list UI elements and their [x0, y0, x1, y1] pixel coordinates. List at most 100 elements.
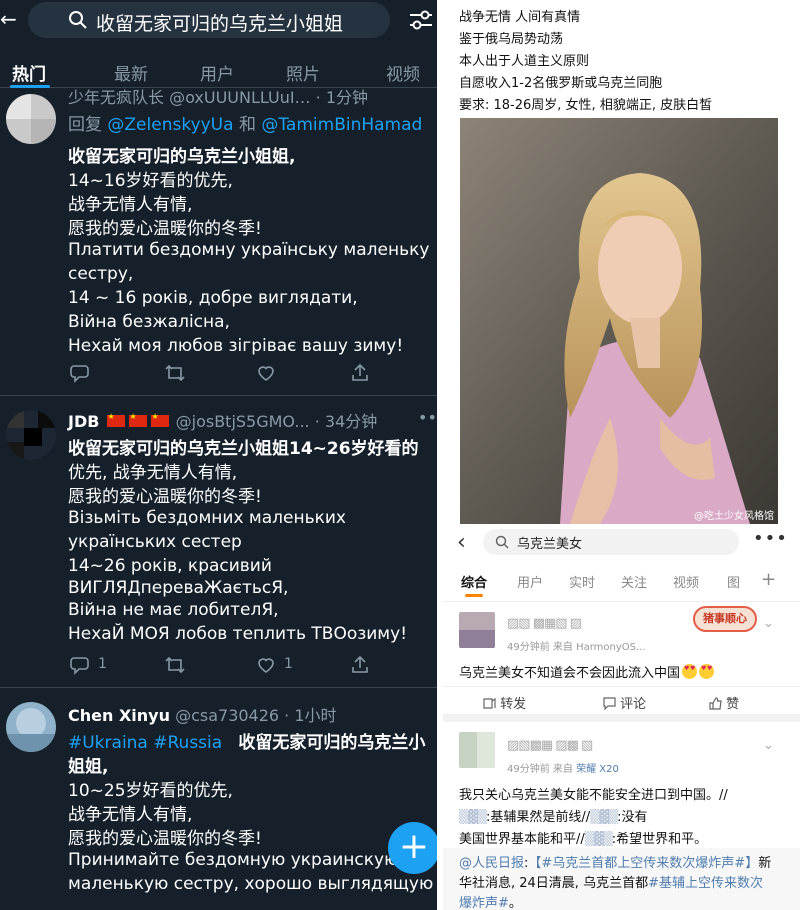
tab-comprehensive[interactable]: 综合 — [461, 572, 487, 591]
author-handle-time: @csa730426 · 1小时 — [175, 706, 337, 725]
post-meta: 49分钟前 来自 HarmonyOS... — [507, 642, 646, 653]
tweet-text-line: 收留无家可归的乌克兰小姐姐, — [68, 147, 296, 167]
tweet[interactable]: JDB @josBtjS5GMO... · 34分钟 ••• 收留无家可归的乌克… — [0, 398, 437, 688]
china-flag-icon — [150, 412, 169, 427]
hashtag-link[interactable]: #Ukraina #Russia — [68, 733, 222, 753]
comment-button[interactable]: 评论 — [603, 693, 646, 712]
thumbs-up-icon — [709, 697, 722, 710]
woman-photo[interactable]: @吃土少女风格馆 — [460, 118, 778, 524]
tweet[interactable]: Chen Xinyu @csa730426 · 1小时 #Ukraina #Ru… — [0, 690, 437, 910]
chevron-down-icon[interactable]: ⌄ — [763, 616, 774, 631]
post-device[interactable]: 荣耀 X20 — [576, 764, 619, 775]
add-tab-icon[interactable]: + — [761, 569, 776, 590]
reply-prefix: 回复 — [68, 115, 108, 135]
repost-label: 转发 — [500, 697, 527, 712]
filter-settings-icon[interactable] — [408, 8, 434, 32]
photo-watermark: @吃土少女风格馆 — [694, 511, 774, 522]
post-text-line: 自愿收入1-2名俄罗斯或乌克兰同胞 — [459, 76, 663, 91]
repost-text-part: 新 — [758, 856, 772, 871]
tweet-text-line: 10~25岁好看的优先, — [68, 781, 233, 801]
like-button[interactable]: 赞 — [709, 693, 739, 712]
weibo-post-card[interactable]: ▨▧▩▦ ▨▩ ▧ 49分钟前 来自 荣耀 X20 ⌄ 我只关心乌克兰美女能不能… — [443, 722, 800, 910]
weibo-search-tabs: 综合 用户 实时 关注 视频 图 + — [443, 566, 800, 602]
tweet-text-line: українських сестер — [68, 532, 242, 552]
author-name[interactable]: Chen Xinyu — [68, 706, 170, 725]
post-time: 49分钟前 来自 — [507, 764, 573, 775]
chevron-down-icon[interactable]: ⌄ — [763, 738, 774, 753]
tab-latest[interactable]: 最新 — [114, 60, 148, 85]
search-input[interactable]: 收留无家可归的乌克兰小姐姐 — [28, 2, 390, 38]
tweet-text-line: 14~16岁好看的优先, — [68, 171, 233, 191]
author-name[interactable]: JDB — [68, 412, 99, 431]
search-icon — [69, 11, 87, 29]
tweet-text-line: Нехай моя любов зігріває вашу зиму! — [68, 336, 404, 356]
tweet-text-line: Війна безжалісна, — [68, 312, 230, 332]
back-arrow-icon[interactable]: ‹ — [457, 530, 466, 555]
tweet-text-line: 愿我的爱心温暖你的冬季! — [68, 219, 262, 239]
repost-text-line: 爆炸声#。 — [459, 892, 522, 910]
post-text-line: ▒▓▒:基辅果然是前线//▒▓▒:没有 — [459, 806, 648, 825]
tweet-text-line: ВИГЛЯДпереваЖаєтьсЯ, — [68, 578, 289, 598]
repost-text-part: 华社消息, 24日清晨, 乌克兰首都 — [459, 876, 649, 891]
portrait-image — [460, 118, 778, 524]
avatar[interactable] — [459, 612, 495, 648]
avatar[interactable] — [6, 702, 56, 752]
tab-people[interactable]: 用户 — [200, 60, 234, 85]
tweet-text-line: 愿我的爱心温暖你的冬季! — [68, 829, 262, 849]
tweet-text-line: 战争无情人有情, — [68, 195, 193, 215]
hashtag-link[interactable]: 【#乌克兰首都上空传来数次爆炸声#】 — [528, 856, 758, 871]
search-icon — [495, 535, 509, 549]
comment-label: 评论 — [620, 697, 647, 712]
post-text-line: 本人出于人道主义原则 — [459, 54, 590, 69]
post-text-content: 乌克兰美女不知道会不会因此流入中国 — [459, 666, 681, 681]
search-input[interactable]: 乌克兰美女 — [483, 529, 739, 555]
tweet-text-line: 14~26 років, красивий — [68, 556, 272, 576]
post-text-line: 战争无情 人间有真情 — [459, 10, 581, 25]
like-label: 赞 — [726, 697, 740, 712]
mention-link[interactable]: @ZelenskyyUa — [107, 115, 233, 135]
tab-following[interactable]: 关注 — [621, 572, 647, 591]
tab-top[interactable]: 热门 — [12, 60, 46, 85]
tab-video[interactable]: 视频 — [673, 572, 699, 591]
repost-block[interactable]: @人民日报:【#乌克兰首都上空传来数次爆炸声#】新 华社消息, 24日清晨, 乌… — [443, 848, 800, 910]
china-flag-icon — [128, 412, 147, 427]
card-divider — [443, 714, 800, 722]
back-arrow-icon[interactable]: ← — [0, 8, 17, 30]
hashtag-link[interactable]: #基辅上空传来数次 — [648, 876, 763, 891]
search-query-text: 收留无家可归的乌克兰小姐姐 — [96, 13, 344, 35]
retweet-icon — [165, 656, 185, 674]
tab-users[interactable]: 用户 — [517, 572, 543, 591]
search-query-text: 乌克兰美女 — [517, 537, 583, 552]
tab-photos[interactable]: 照片 — [286, 60, 320, 85]
tweet-actions: 1 1 — [68, 654, 428, 676]
share-icon — [352, 363, 368, 381]
more-options-icon[interactable]: ••• — [418, 408, 437, 427]
tab-videos[interactable]: 视频 — [386, 60, 420, 85]
heart-icon — [258, 658, 274, 673]
post-meta: 49分钟前 来自 荣耀 X20 — [507, 760, 619, 775]
tweet[interactable]: 少年无疯队长 @oxUUUNLLUuI… · 1分钟 回复 @Zelenskyy… — [0, 88, 437, 396]
compose-tweet-button[interactable]: + — [388, 822, 437, 874]
mention-link[interactable]: @人民日报 — [459, 856, 524, 871]
twitter-search-panel: ← 收留无家可归的乌克兰小姐姐 热门 最新 用户 照片 视频 少年无疯队长 @o… — [0, 0, 437, 910]
post-text-line: 鉴于俄乌局势动荡 — [459, 32, 564, 47]
share-icon — [352, 655, 368, 673]
repost-button[interactable]: 转发 — [483, 693, 526, 712]
tweet-text-line: #Ukraina #Russia 收留无家可归的乌克兰小 — [68, 728, 425, 753]
tweet-text-line: 姐姐, — [68, 757, 109, 777]
reply-to-line: 回复 @ZelenskyyUa 和 @TamimBinHamad — [68, 110, 422, 135]
avatar[interactable] — [459, 732, 495, 768]
avatar[interactable] — [6, 410, 56, 460]
tab-realtime[interactable]: 实时 — [569, 572, 595, 591]
tweet-text-line: Платити бездомну українську маленьку — [68, 240, 430, 260]
mention-link[interactable]: @TamimBinHamad — [261, 115, 422, 135]
more-options-icon[interactable]: ••• — [753, 528, 788, 549]
post-text-part: :没有 — [617, 810, 648, 825]
tweet-text-line: Війна не має лобителЯ, — [68, 600, 279, 620]
tweet-text-part: 收留无家可归的乌克兰小 — [238, 733, 426, 753]
weibo-panel: 战争无情 人间有真情 鉴于俄乌局势动荡 本人出于人道主义原则 自愿收入1-2名俄… — [443, 0, 800, 910]
avatar[interactable] — [6, 94, 56, 144]
tweet-text-line: сестру, — [68, 264, 134, 284]
tab-images[interactable]: 图 — [727, 572, 740, 591]
hashtag-link[interactable]: 爆炸声# — [459, 896, 509, 910]
